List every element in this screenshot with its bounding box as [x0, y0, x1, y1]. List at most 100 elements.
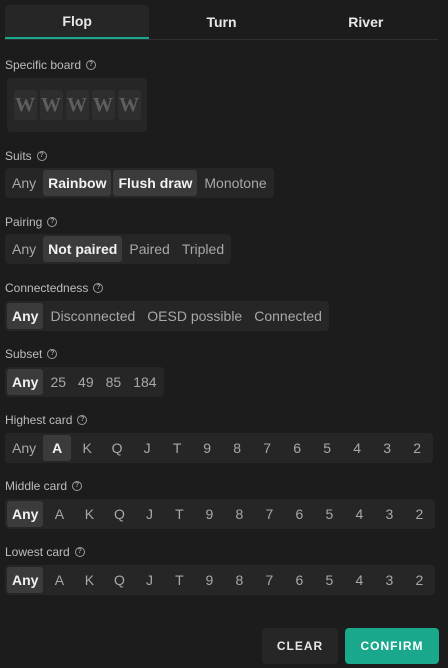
pairing-label: Pairing ?	[5, 215, 58, 229]
highest-card-label: Highest card ?	[5, 413, 88, 427]
lowest-card-label: Lowest card ?	[5, 545, 85, 559]
highest-card-option-3[interactable]: 3	[373, 435, 401, 461]
suits-option-any[interactable]: Any	[7, 170, 41, 196]
middle-card-option-t[interactable]: T	[165, 501, 193, 527]
connectedness-option-connected[interactable]: Connected	[249, 303, 327, 329]
board-slot-4[interactable]: W	[91, 90, 115, 120]
highest-card-option-q[interactable]: Q	[103, 435, 131, 461]
middle-card-option-2[interactable]: 2	[405, 501, 433, 527]
lowest-card-option-7[interactable]: 7	[255, 567, 283, 593]
pairing-label-text: Pairing	[5, 215, 43, 229]
middle-card-label: Middle card ?	[5, 479, 83, 493]
highest-card-options: Any A K Q J T 9 8 7 6 5 4 3 2	[5, 433, 434, 463]
connectedness-label: Connectedness ?	[5, 281, 104, 295]
lowest-card-option-t[interactable]: T	[165, 567, 193, 593]
middle-card-option-9[interactable]: 9	[195, 501, 223, 527]
tab-turn[interactable]: Turn	[149, 5, 293, 39]
lowest-card-option-4[interactable]: 4	[345, 567, 373, 593]
board-slot-2[interactable]: W	[39, 90, 63, 120]
lowest-card-option-5[interactable]: 5	[315, 567, 343, 593]
connectedness-option-any[interactable]: Any	[7, 303, 44, 329]
help-icon[interactable]: ?	[86, 60, 97, 70]
lowest-card-option-any[interactable]: Any	[7, 567, 44, 593]
lowest-card-option-8[interactable]: 8	[225, 567, 253, 593]
highest-card-option-5[interactable]: 5	[313, 435, 341, 461]
subset-option-184[interactable]: 184	[128, 369, 161, 395]
help-icon[interactable]: ?	[47, 349, 58, 359]
help-icon[interactable]: ?	[77, 415, 88, 425]
highest-card-option-7[interactable]: 7	[253, 435, 281, 461]
highest-card-option-t[interactable]: T	[163, 435, 191, 461]
highest-card-option-8[interactable]: 8	[223, 435, 251, 461]
lowest-card-option-q[interactable]: Q	[105, 567, 133, 593]
middle-card-label-text: Middle card	[5, 479, 68, 493]
middle-card-options: Any A K Q J T 9 8 7 6 5 4 3 2	[5, 499, 436, 529]
subset-label: Subset ?	[5, 347, 58, 361]
pairing-option-any[interactable]: Any	[7, 236, 41, 262]
help-icon[interactable]: ?	[36, 151, 47, 161]
specific-board-label-text: Specific board	[5, 58, 82, 72]
middle-card-option-5[interactable]: 5	[315, 501, 343, 527]
highest-card-option-a[interactable]: A	[43, 435, 72, 461]
middle-card-option-6[interactable]: 6	[285, 501, 313, 527]
middle-card-option-j[interactable]: J	[135, 501, 163, 527]
subset-option-85[interactable]: 85	[101, 369, 127, 395]
middle-card-option-any[interactable]: Any	[7, 501, 44, 527]
highest-card-option-4[interactable]: 4	[343, 435, 371, 461]
suits-option-rainbow[interactable]: Rainbow	[43, 170, 112, 196]
middle-card-option-4[interactable]: 4	[345, 501, 373, 527]
subset-options: Any 25 49 85 184	[5, 367, 164, 397]
subset-option-25[interactable]: 25	[45, 369, 71, 395]
lowest-card-option-k[interactable]: K	[75, 567, 103, 593]
connectedness-option-disconnected[interactable]: Disconnected	[45, 303, 140, 329]
middle-card-option-7[interactable]: 7	[255, 501, 283, 527]
suits-options: Any Rainbow Flush draw Monotone	[5, 168, 274, 198]
lowest-card-option-j[interactable]: J	[135, 567, 163, 593]
highest-card-option-j[interactable]: J	[133, 435, 161, 461]
subset-label-text: Subset	[5, 347, 43, 361]
help-icon[interactable]: ?	[72, 481, 83, 491]
clear-button[interactable]: CLEAR	[262, 628, 338, 664]
street-tabs: Flop Turn River	[5, 5, 438, 40]
confirm-button[interactable]: CONFIRM	[345, 628, 439, 664]
board-slot-1[interactable]: W	[13, 90, 37, 120]
connectedness-label-text: Connectedness	[5, 281, 89, 295]
help-icon[interactable]: ?	[74, 547, 85, 557]
lowest-card-option-9[interactable]: 9	[195, 567, 223, 593]
highest-card-label-text: Highest card	[5, 413, 73, 427]
subset-option-any[interactable]: Any	[7, 369, 44, 395]
middle-card-option-3[interactable]: 3	[375, 501, 403, 527]
lowest-card-option-a[interactable]: A	[45, 567, 73, 593]
suits-option-flush-draw[interactable]: Flush draw	[113, 170, 198, 196]
lowest-card-option-2[interactable]: 2	[405, 567, 433, 593]
highest-card-option-2[interactable]: 2	[403, 435, 431, 461]
pairing-option-not-paired[interactable]: Not paired	[43, 236, 123, 262]
pairing-option-tripled[interactable]: Tripled	[177, 236, 229, 262]
board-slot-5[interactable]: W	[117, 90, 141, 120]
specific-board-picker: W W W W W	[7, 78, 147, 132]
lowest-card-option-6[interactable]: 6	[285, 567, 313, 593]
pairing-options: Any Not paired Paired Tripled	[5, 234, 232, 264]
tab-flop[interactable]: Flop	[5, 5, 150, 39]
suits-label-text: Suits	[5, 149, 32, 163]
connectedness-option-oesd-possible[interactable]: OESD possible	[142, 303, 247, 329]
middle-card-option-a[interactable]: A	[45, 501, 73, 527]
board-slot-3[interactable]: W	[65, 90, 89, 120]
subset-option-49[interactable]: 49	[73, 369, 99, 395]
pairing-option-paired[interactable]: Paired	[124, 236, 174, 262]
help-icon[interactable]: ?	[93, 283, 104, 293]
connectedness-options: Any Disconnected OESD possible Connected	[5, 301, 329, 331]
highest-card-option-6[interactable]: 6	[283, 435, 311, 461]
tab-river[interactable]: River	[294, 5, 438, 39]
lowest-card-option-3[interactable]: 3	[375, 567, 403, 593]
help-icon[interactable]: ?	[47, 217, 58, 227]
highest-card-option-any[interactable]: Any	[7, 435, 41, 461]
suits-option-monotone[interactable]: Monotone	[199, 170, 271, 196]
highest-card-option-9[interactable]: 9	[193, 435, 221, 461]
highest-card-option-k[interactable]: K	[73, 435, 101, 461]
middle-card-option-8[interactable]: 8	[225, 501, 253, 527]
specific-board-label: Specific board ?	[5, 58, 97, 72]
middle-card-option-k[interactable]: K	[75, 501, 103, 527]
middle-card-option-q[interactable]: Q	[105, 501, 133, 527]
lowest-card-options: Any A K Q J T 9 8 7 6 5 4 3 2	[5, 565, 436, 595]
